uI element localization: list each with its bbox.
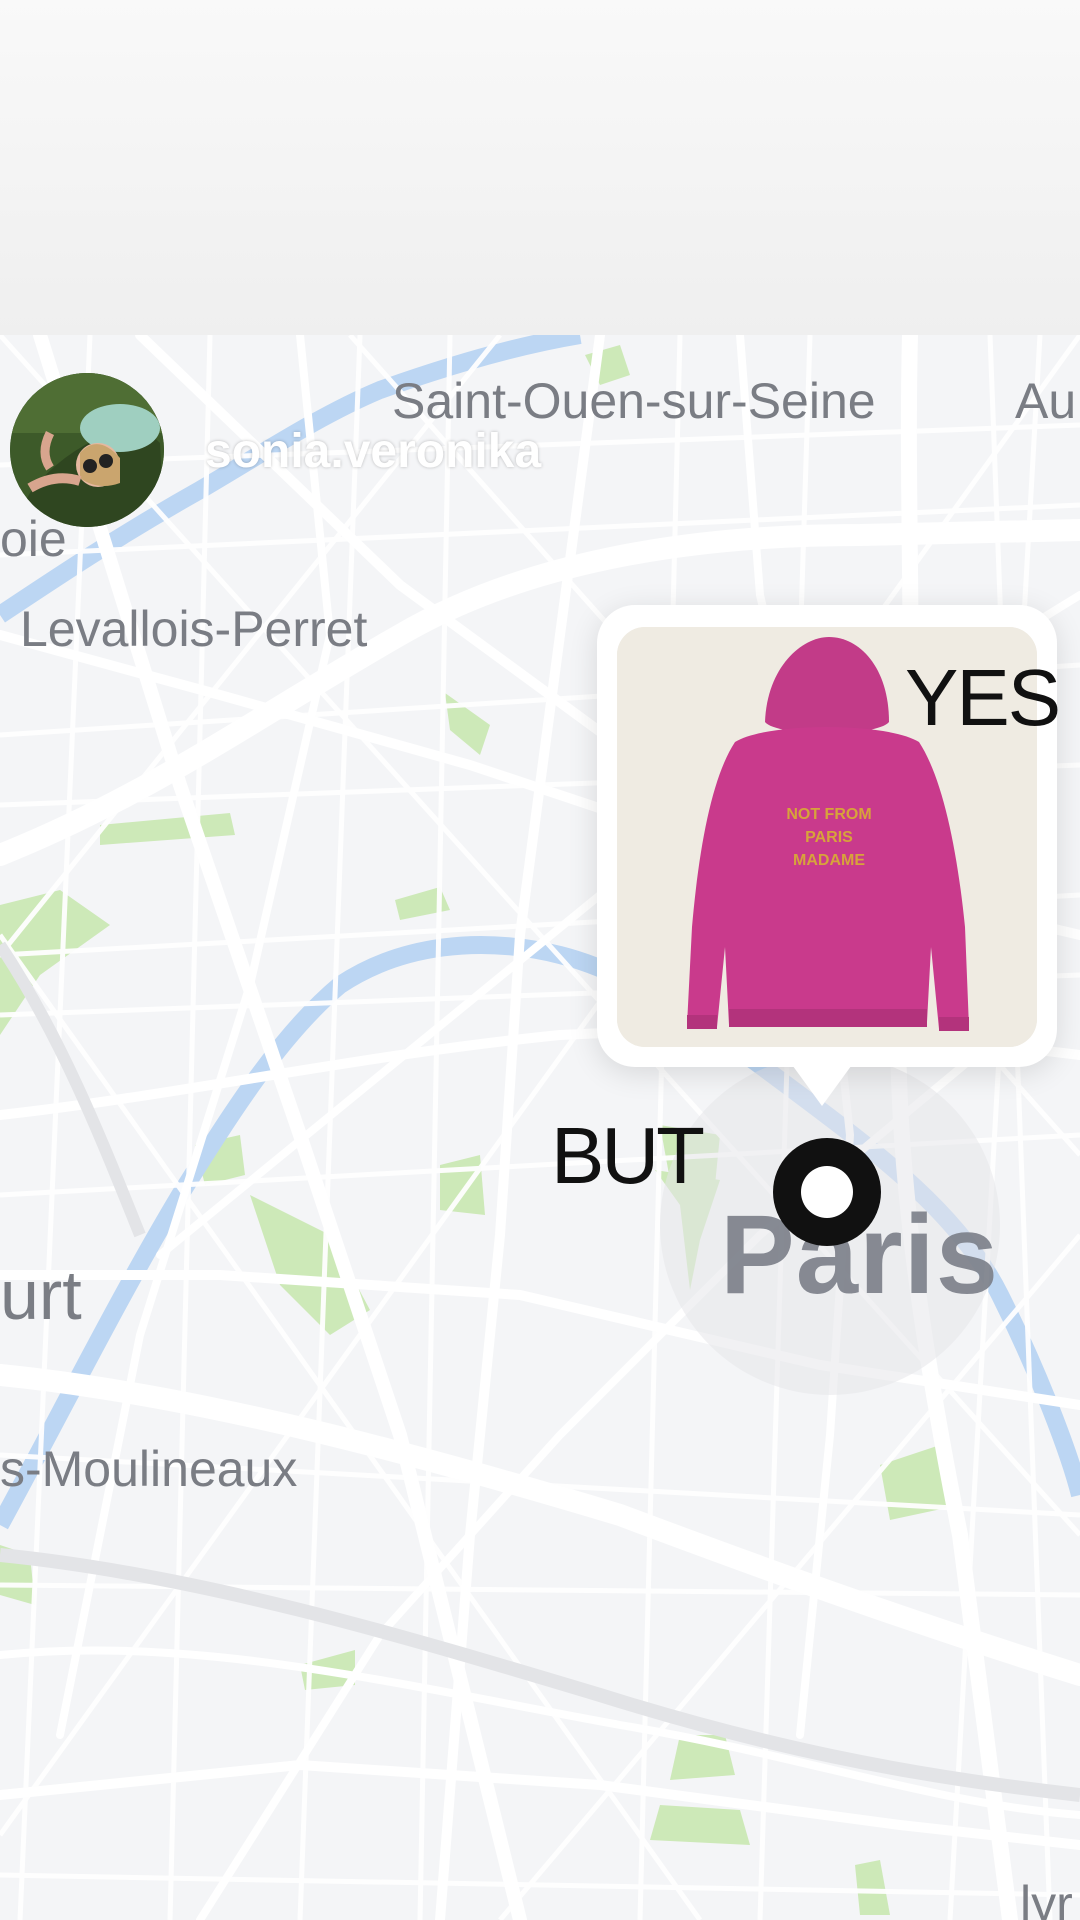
username-label[interactable]: sonia.veronika xyxy=(205,424,541,479)
print-line-3: MADAME xyxy=(793,852,865,869)
location-pin-center xyxy=(801,1166,853,1218)
avatar[interactable] xyxy=(10,373,164,527)
place-label-saint-ouen: Saint-Ouen-sur-Seine xyxy=(392,373,876,429)
print-line-2: PARIS xyxy=(805,829,853,846)
place-label-lyr: lyr xyxy=(1020,1876,1073,1920)
map-roads xyxy=(0,335,1080,1920)
top-bar xyxy=(0,0,1080,335)
location-pin-icon[interactable] xyxy=(773,1138,881,1246)
place-label-au: Au xyxy=(1015,373,1077,429)
print-line-1: NOT FROM xyxy=(786,806,871,823)
place-label-levallois: Levallois-Perret xyxy=(20,601,368,657)
place-label-moulineaux: s-Moulineaux xyxy=(0,1441,298,1497)
map-view[interactable]: Saint-Ouen-sur-Seine Au oie Levallois-Pe… xyxy=(0,335,1080,1920)
place-label-urt: urt xyxy=(0,1256,82,1334)
card-pointer xyxy=(790,1062,854,1106)
sticker-text-but[interactable]: BUT xyxy=(551,1110,705,1202)
avatar-photo xyxy=(10,373,164,527)
sticker-text-yes[interactable]: YES xyxy=(905,652,1061,744)
